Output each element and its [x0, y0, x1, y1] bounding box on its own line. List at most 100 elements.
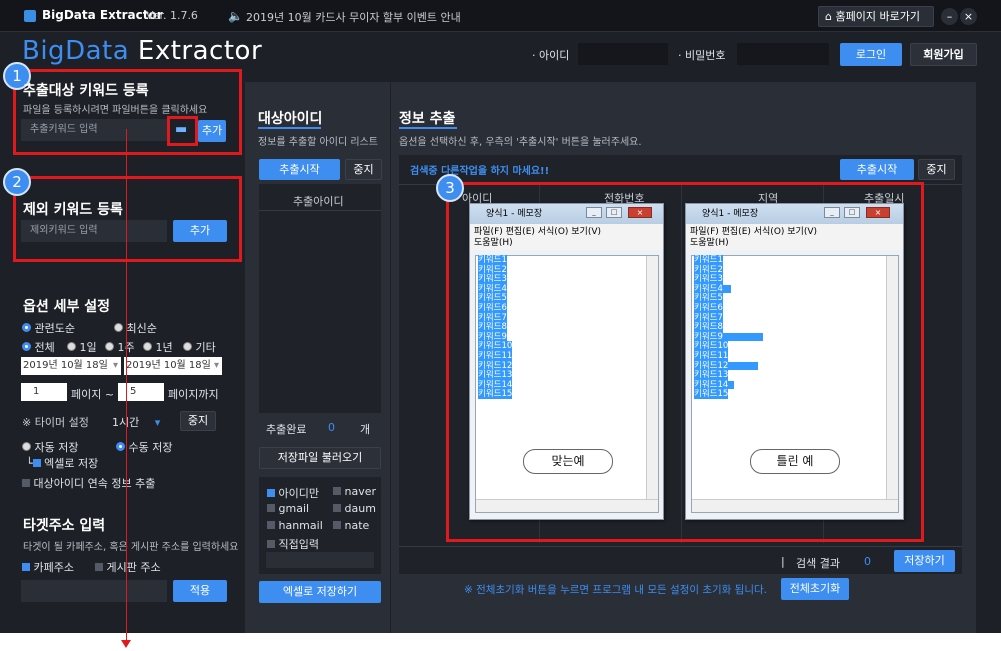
- signup-button[interactable]: 회원가입: [910, 43, 977, 66]
- right-stop-button[interactable]: 중지: [918, 159, 955, 180]
- extracted-id-header: 추출아이디: [293, 195, 344, 208]
- checkbox-off-icon: [267, 521, 275, 529]
- minimize-icon: _: [586, 207, 602, 218]
- period-all-radio[interactable]: 전체: [22, 339, 55, 355]
- checkbox-off-icon: [22, 479, 30, 487]
- reset-notice: ※ 전체초기화 버튼을 누르면 프로그램 내 모든 설정이 초기화 됩니다.: [464, 584, 767, 596]
- gmail-check[interactable]: gmail: [267, 502, 309, 515]
- extract-keyword-input[interactable]: 추출키워드 입력: [21, 119, 167, 141]
- exclude-add-button[interactable]: 추가: [173, 220, 227, 242]
- board-addr-check[interactable]: 게시판 주소: [95, 559, 161, 575]
- middle-start-button[interactable]: 추출시작: [259, 159, 340, 180]
- load-file-button[interactable]: 저장파일 불러오기: [259, 447, 381, 469]
- board-addr-label: 게시판 주소: [106, 561, 161, 574]
- reset-button[interactable]: 전체초기화: [781, 578, 849, 600]
- login-button[interactable]: 로그인: [840, 43, 902, 66]
- target-address-input[interactable]: [21, 580, 167, 602]
- notepad-line: 키워드1: [694, 255, 723, 265]
- extracted-id-list[interactable]: [259, 184, 381, 413]
- excel-save-check[interactable]: └ 엑셀로 저장: [26, 455, 98, 471]
- radio-off-icon: [183, 342, 192, 351]
- vertical-scrollbar: [886, 256, 898, 499]
- id-input[interactable]: [578, 43, 668, 65]
- period-all-label: 전체: [34, 341, 55, 354]
- notepad-text-area: 키워드1 키워드2 키워드3 키워드4 키워드5 키워드6 키워드7 키워드8 키워드9 키워드1…: [475, 255, 659, 513]
- title-underline: [399, 127, 457, 129]
- continuous-label: 대상아이디 연속 정보 추출: [33, 477, 156, 490]
- page-to-value: 5: [130, 386, 137, 397]
- direct-input-field[interactable]: [266, 552, 374, 568]
- period-1y-radio[interactable]: 1년: [143, 339, 173, 355]
- arrow-down-icon: [121, 640, 131, 648]
- timer-stop-button[interactable]: 중지: [180, 411, 216, 431]
- cafe-addr-check[interactable]: 카페주소: [22, 559, 74, 575]
- hanmail-label: hanmail: [278, 519, 323, 532]
- checkbox-off-icon: [333, 521, 341, 529]
- exclude-keyword-title: 제외 키워드 등록: [23, 202, 123, 218]
- id-label: · 아이디: [532, 49, 570, 62]
- trailing-whitespace: [722, 332, 763, 341]
- period-etc-radio[interactable]: 기타: [183, 339, 216, 355]
- home-icon: ⌂: [825, 10, 832, 23]
- auto-save-label: 자동 저장: [34, 441, 79, 454]
- extract-keyword-sub: 파일을 등록하시려면 파일버튼을 클릭하세요: [23, 105, 208, 116]
- minimize-button[interactable]: –: [941, 8, 958, 25]
- manual-save-label: 수동 저장: [128, 441, 173, 454]
- radio-off-icon: [22, 442, 31, 451]
- timer-select[interactable]: 1시간 ▾: [112, 414, 160, 430]
- middle-stop-button[interactable]: 중지: [345, 159, 382, 180]
- minimize-icon: _: [824, 207, 840, 218]
- trailing-whitespace: [728, 361, 759, 370]
- save-button[interactable]: 저장하기: [894, 550, 955, 572]
- trailing-whitespace: [728, 380, 735, 389]
- continuous-check[interactable]: 대상아이디 연속 정보 추출: [22, 475, 155, 491]
- folder-icon[interactable]: ▬: [175, 122, 187, 137]
- id-only-check[interactable]: 아이디만: [267, 485, 319, 501]
- period-1y-label: 1년: [155, 341, 173, 354]
- notepad-menu-row2: 도움말(H): [690, 238, 729, 248]
- right-start-button[interactable]: 추출시작: [840, 159, 914, 180]
- checkbox-off-icon: [267, 504, 275, 512]
- nate-check[interactable]: nate: [333, 519, 369, 532]
- app-version: Ver. 1.7.6: [146, 9, 198, 22]
- target-id-sub: 정보를 추출할 아이디 리스트: [258, 137, 378, 148]
- wrong-example-label: 틀린 예: [750, 449, 840, 474]
- password-input[interactable]: [737, 43, 829, 65]
- radio-on-icon: [22, 323, 31, 332]
- divider: [399, 546, 962, 547]
- daum-check[interactable]: daum: [333, 502, 376, 515]
- extract-add-button[interactable]: 추가: [198, 120, 226, 142]
- sort-latest-radio[interactable]: 최신순: [114, 320, 157, 336]
- notepad-line: 키워드8: [694, 322, 723, 333]
- target-id-title: 대상아이디: [258, 111, 323, 127]
- page-to-stepper[interactable]: 5: [118, 383, 164, 401]
- arrow-line: [126, 129, 127, 641]
- direct-input-label: 직접입력: [278, 538, 319, 551]
- period-1w-radio[interactable]: 1주: [105, 339, 135, 355]
- options-title: 옵션 세부 설정: [23, 299, 111, 315]
- gmail-label: gmail: [278, 502, 310, 515]
- page-to-label: 페이지까지: [168, 388, 219, 401]
- hanmail-check[interactable]: hanmail: [267, 519, 323, 532]
- exclude-keyword-input[interactable]: 제외키워드 입력: [21, 220, 167, 242]
- home-button[interactable]: ⌂ 홈페이지 바로가기: [818, 6, 934, 27]
- direct-input-check[interactable]: 직접입력: [267, 536, 319, 552]
- save-excel-button[interactable]: 엑셀로 저장하기: [259, 581, 381, 603]
- naver-check[interactable]: naver: [333, 485, 376, 498]
- period-1d-radio[interactable]: 1일: [67, 339, 97, 355]
- chevron-down-icon: ▾: [213, 360, 219, 371]
- notepad-line: 키워드3: [694, 274, 723, 285]
- auto-save-radio[interactable]: 자동 저장: [22, 439, 78, 455]
- date-from-select[interactable]: 2019년 10월 18일 ▾: [21, 357, 121, 375]
- notice-link[interactable]: 2019년 10월 카드사 무이자 할부 이벤트 안내: [246, 9, 461, 25]
- apply-button[interactable]: 적용: [173, 580, 227, 602]
- close-button[interactable]: ×: [960, 8, 977, 25]
- manual-save-radio[interactable]: 수동 저장: [116, 439, 172, 455]
- notepad-line: 키워드5: [694, 293, 723, 304]
- sort-relevance-radio[interactable]: 관련도순: [22, 320, 75, 336]
- notepad-line: 키워드4: [694, 284, 896, 295]
- period-etc-label: 기타: [195, 341, 216, 354]
- page-from-stepper[interactable]: 1: [21, 383, 67, 401]
- date-to-select[interactable]: 2019년 10월 18일 ▾: [124, 357, 222, 375]
- notepad-line: 키워드6: [694, 302, 723, 313]
